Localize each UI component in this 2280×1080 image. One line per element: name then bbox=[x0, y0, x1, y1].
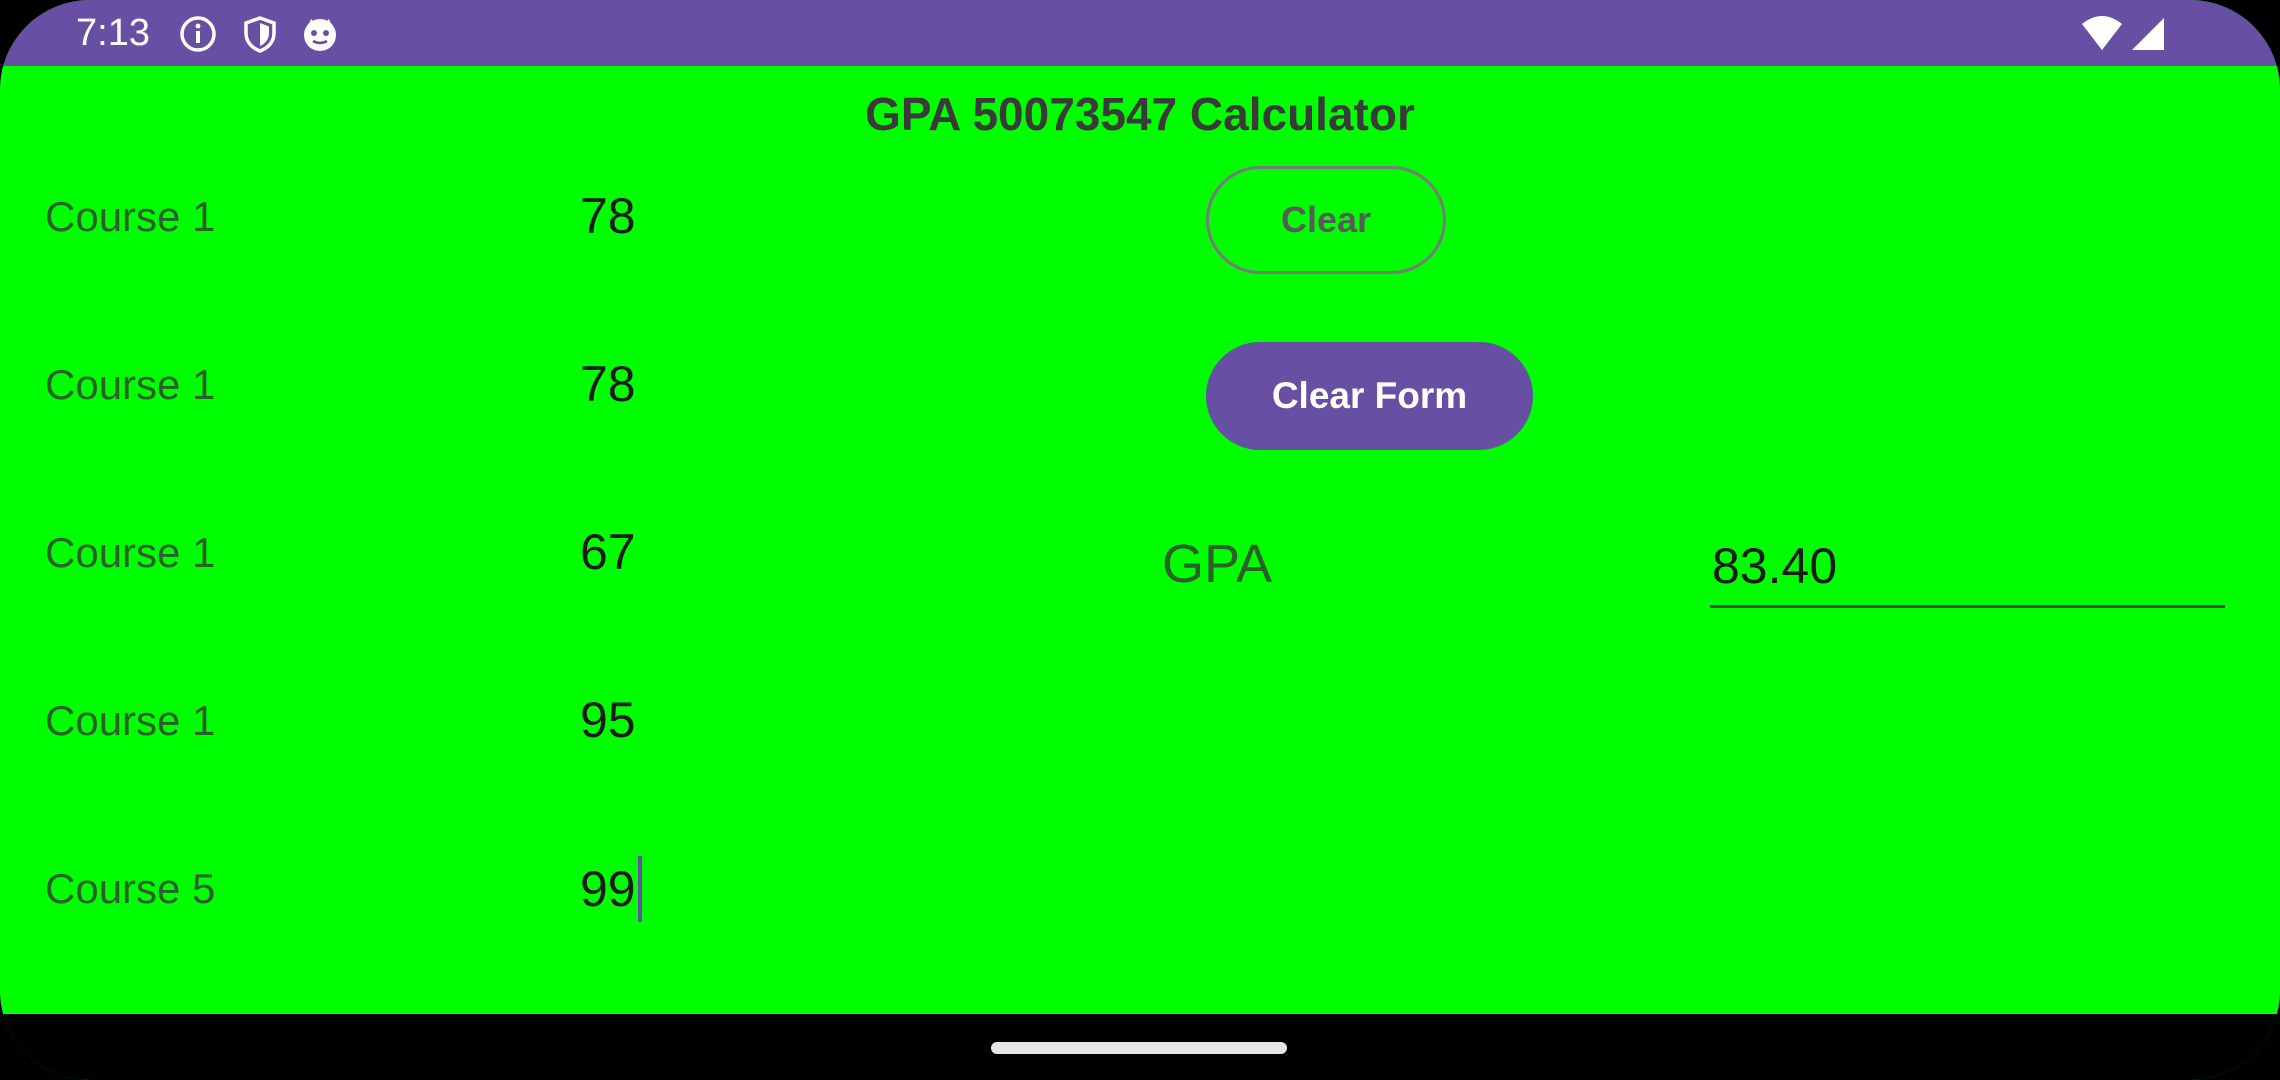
course-label: Course 1 bbox=[45, 193, 216, 240]
course-grade-input-active[interactable]: 99 bbox=[580, 856, 642, 926]
navigation-bar bbox=[0, 1014, 2280, 1080]
face-icon bbox=[300, 14, 340, 54]
info-icon bbox=[178, 14, 218, 54]
course-label: Course 1 bbox=[45, 529, 216, 576]
status-bar: 7:13 bbox=[0, 0, 2280, 66]
course-label: Course 1 bbox=[45, 697, 216, 744]
text-cursor bbox=[637, 856, 642, 922]
shield-icon bbox=[240, 14, 280, 54]
gpa-label: GPA bbox=[1162, 534, 1273, 594]
clear-form-button[interactable]: Clear Form bbox=[1206, 342, 1533, 450]
course-label: Course 5 bbox=[45, 865, 216, 912]
course-grade-value: 99 bbox=[580, 861, 636, 918]
course-grade-input[interactable]: 78 bbox=[580, 356, 636, 412]
course-grade-input[interactable]: 78 bbox=[580, 188, 636, 244]
page-title: GPA 50073547 Calculator bbox=[865, 88, 1415, 140]
gpa-value: 83.40 bbox=[1712, 538, 1838, 594]
gpa-field[interactable]: 83.40 bbox=[1710, 534, 2225, 608]
clear-button[interactable]: Clear bbox=[1206, 166, 1446, 274]
course-grade-input[interactable]: 95 bbox=[580, 692, 636, 748]
home-gesture-handle[interactable] bbox=[991, 1042, 1287, 1054]
cellular-icon bbox=[2128, 14, 2166, 54]
phone-screen: 7:13 GPA 50073547 Calculator Course 1 78… bbox=[0, 0, 2280, 1080]
course-grade-input[interactable]: 67 bbox=[580, 524, 636, 580]
course-label: Course 1 bbox=[45, 361, 216, 408]
wifi-icon bbox=[2080, 14, 2124, 54]
status-time: 7:13 bbox=[76, 12, 150, 54]
app-content: GPA 50073547 Calculator Course 1 78 Cour… bbox=[0, 66, 2280, 1014]
